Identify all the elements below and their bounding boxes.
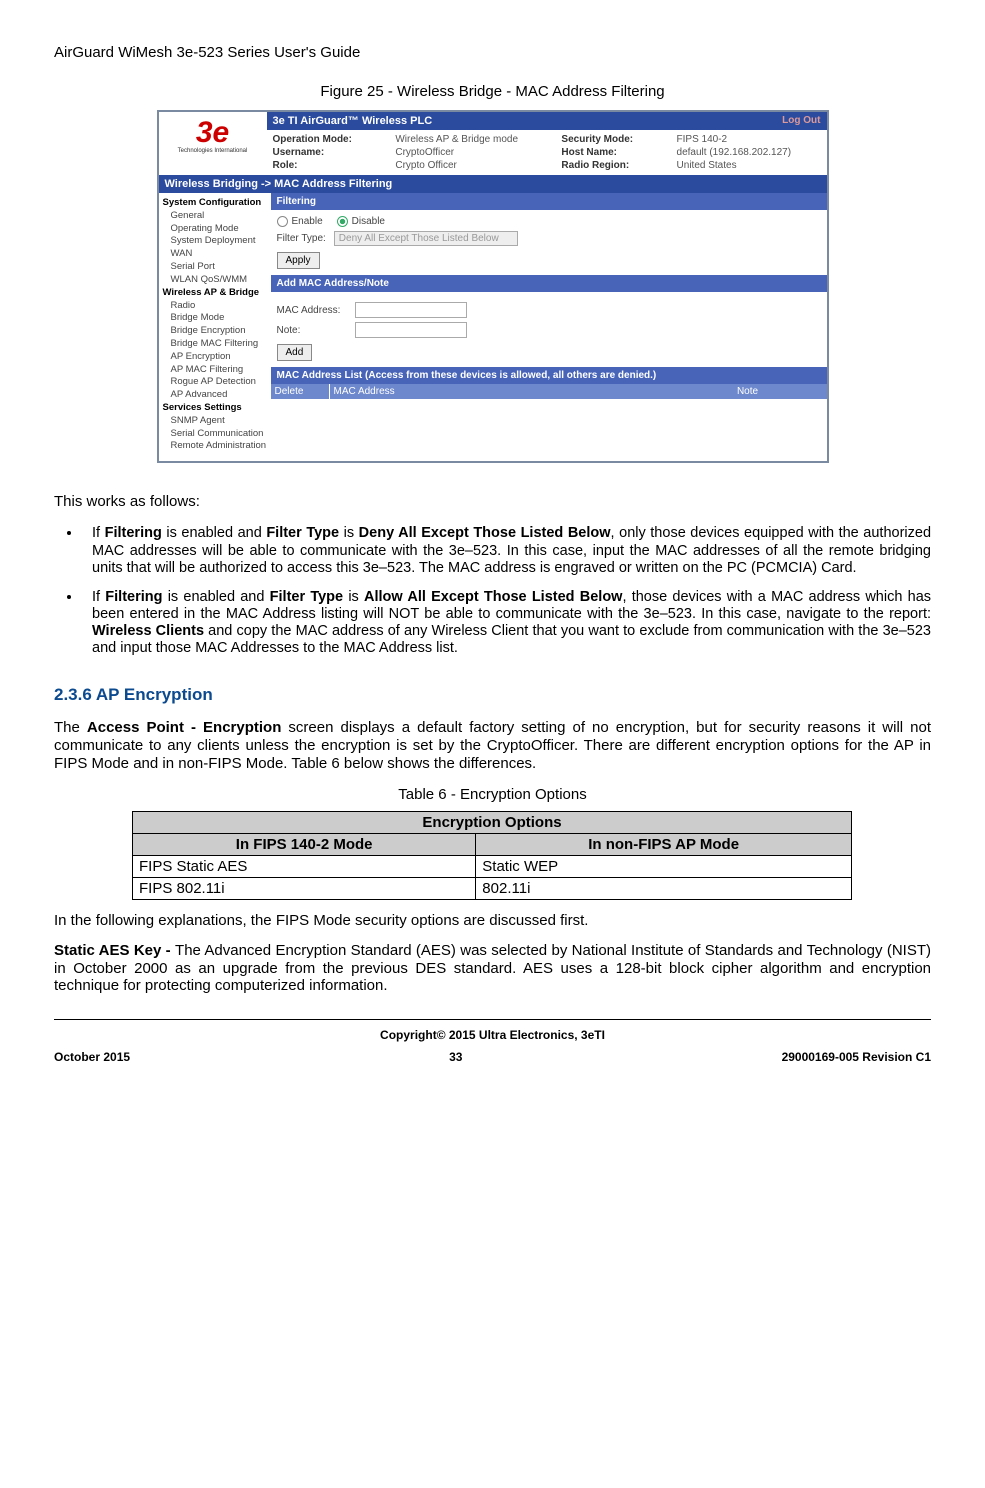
user-label: Username: xyxy=(273,147,382,158)
apply-button[interactable]: Apply xyxy=(277,252,320,269)
region-label: Radio Region: xyxy=(561,160,662,171)
table-title: Encryption Options xyxy=(133,812,852,834)
filter-type-select[interactable]: Deny All Except Those Listed Below xyxy=(334,231,518,246)
add-section-title: Add MAC Address/Note xyxy=(271,275,827,292)
sidebar-item[interactable]: Radio xyxy=(163,300,271,313)
sidebar-item[interactable]: General xyxy=(163,210,271,223)
note-label: Note: xyxy=(277,325,347,336)
embedded-screenshot: 3e Technologies International 3e TI AirG… xyxy=(157,110,829,463)
sidebar: System Configuration General Operating M… xyxy=(159,193,271,461)
sidebar-item[interactable]: WAN xyxy=(163,248,271,261)
encryption-table: Encryption Options In FIPS 140-2 Mode In… xyxy=(132,811,852,900)
para-encryption: The Access Point - Encryption screen dis… xyxy=(54,719,931,772)
list-section-title: MAC Address List (Access from these devi… xyxy=(271,367,827,384)
sidebar-item[interactable]: Remote Administration xyxy=(163,440,271,453)
list-col-delete: Delete xyxy=(271,384,330,399)
sidebar-item[interactable]: Bridge Mode xyxy=(163,312,271,325)
sidebar-item[interactable]: SNMP Agent xyxy=(163,415,271,428)
bullet-item: If Filtering is enabled and Filter Type … xyxy=(82,525,931,576)
mac-label: MAC Address: xyxy=(277,305,347,316)
role-value: Crypto Officer xyxy=(395,160,547,171)
sidebar-group: System Configuration xyxy=(163,197,271,210)
figure-caption: Figure 25 - Wireless Bridge - MAC Addres… xyxy=(54,83,931,100)
table-cell: Static WEP xyxy=(476,856,852,878)
logo: 3e Technologies International xyxy=(159,112,267,175)
disable-label: Disable xyxy=(352,216,385,227)
enable-radio[interactable] xyxy=(277,216,288,227)
user-value: CryptoOfficer xyxy=(395,147,547,158)
sidebar-item[interactable]: WLAN QoS/WMM xyxy=(163,274,271,287)
table-header: In FIPS 140-2 Mode xyxy=(133,834,476,856)
product-title: 3e TI AirGuard™ Wireless PLC xyxy=(273,115,433,127)
role-label: Role: xyxy=(273,160,382,171)
table-cell: FIPS Static AES xyxy=(133,856,476,878)
sidebar-item[interactable]: Bridge MAC Filtering xyxy=(163,338,271,351)
sidebar-item[interactable]: Bridge Encryption xyxy=(163,325,271,338)
para-static-aes: Static AES Key - The Advanced Encryption… xyxy=(54,942,931,995)
footer-date: October 2015 xyxy=(54,1050,130,1064)
op-mode-value: Wireless AP & Bridge mode xyxy=(395,134,547,145)
sidebar-item[interactable]: Rogue AP Detection xyxy=(163,376,271,389)
copyright: Copyright© 2015 Ultra Electronics, 3eTI xyxy=(54,1028,931,1042)
op-mode-label: Operation Mode: xyxy=(273,134,382,145)
list-col-mac: MAC Address xyxy=(330,384,669,399)
filtering-section-title: Filtering xyxy=(271,193,827,210)
disable-radio[interactable] xyxy=(337,216,348,227)
note-input[interactable] xyxy=(355,322,467,338)
page-number: 33 xyxy=(449,1050,462,1064)
table-cell: FIPS 802.11i xyxy=(133,878,476,900)
sidebar-item[interactable]: AP Encryption xyxy=(163,351,271,364)
host-value: default (192.168.202.127) xyxy=(677,147,821,158)
sec-mode-value: FIPS 140-2 xyxy=(677,134,821,145)
mac-input[interactable] xyxy=(355,302,467,318)
para-fips-first: In the following explanations, the FIPS … xyxy=(54,912,931,930)
sidebar-item[interactable]: Operating Mode xyxy=(163,223,271,236)
add-button[interactable]: Add xyxy=(277,344,313,361)
doc-header: AirGuard WiMesh 3e-523 Series User's Gui… xyxy=(54,44,931,61)
host-label: Host Name: xyxy=(561,147,662,158)
sidebar-item[interactable]: Serial Communication xyxy=(163,428,271,441)
bullet-item: If Filtering is enabled and Filter Type … xyxy=(82,589,931,657)
logo-text: 3e xyxy=(165,118,261,148)
enable-label: Enable xyxy=(292,216,323,227)
table-header: In non-FIPS AP Mode xyxy=(476,834,852,856)
sidebar-item[interactable]: AP Advanced xyxy=(163,389,271,402)
region-value: United States xyxy=(677,160,821,171)
sidebar-item[interactable]: Serial Port xyxy=(163,261,271,274)
table-caption: Table 6 - Encryption Options xyxy=(54,786,931,803)
filter-type-label: Filter Type: xyxy=(277,233,326,244)
breadcrumb: Wireless Bridging -> MAC Address Filteri… xyxy=(159,175,827,193)
logo-tagline: Technologies International xyxy=(165,148,261,154)
section-heading: 2.3.6 AP Encryption xyxy=(54,685,931,705)
sidebar-item[interactable]: AP MAC Filtering xyxy=(163,364,271,377)
doc-revision: 29000169-005 Revision C1 xyxy=(782,1050,931,1064)
sidebar-group: Wireless AP & Bridge xyxy=(163,287,271,300)
intro-text: This works as follows: xyxy=(54,493,931,511)
footer-rule xyxy=(54,1019,931,1020)
sidebar-item[interactable]: System Deployment xyxy=(163,235,271,248)
sidebar-group: Services Settings xyxy=(163,402,271,415)
table-cell: 802.11i xyxy=(476,878,852,900)
list-col-note: Note xyxy=(669,384,827,399)
sec-mode-label: Security Mode: xyxy=(561,134,662,145)
logout-link[interactable]: Log Out xyxy=(782,115,820,127)
